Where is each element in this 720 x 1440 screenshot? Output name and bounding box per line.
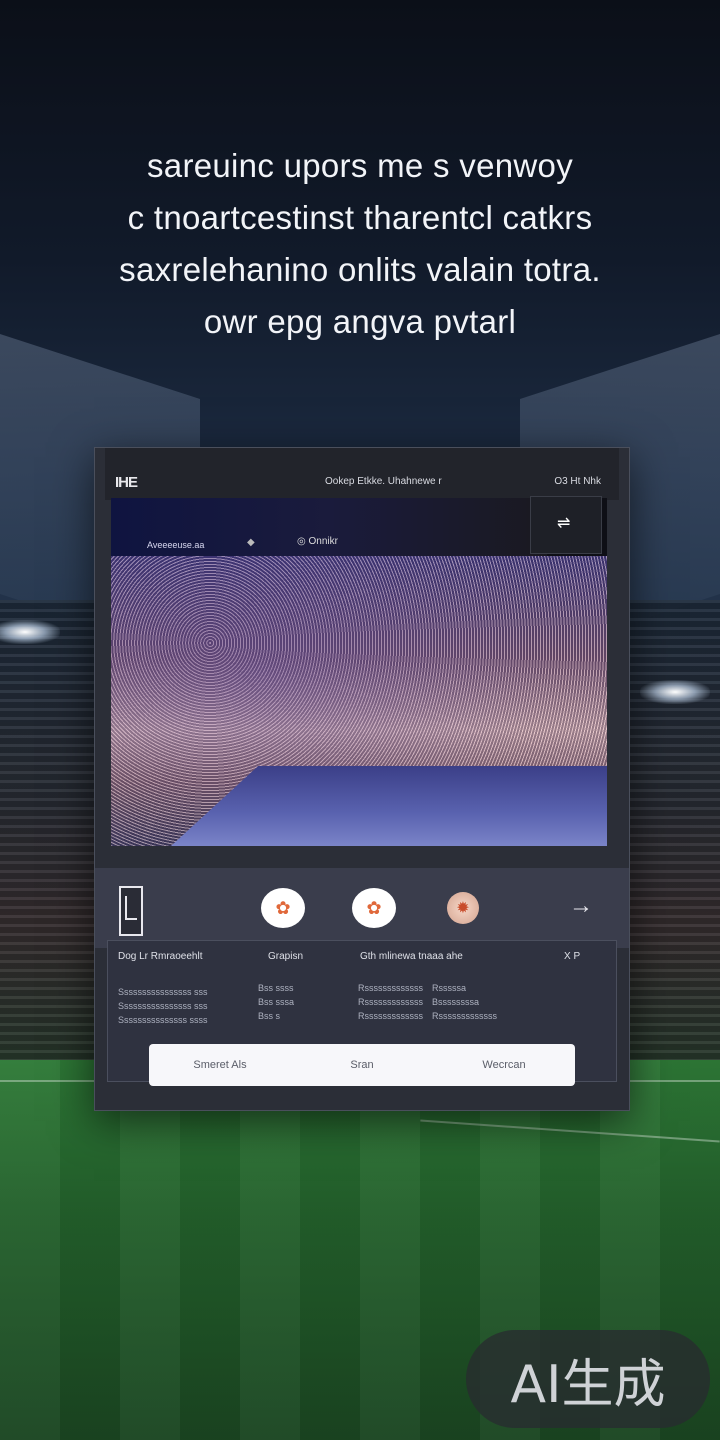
action-button-1[interactable]: Smeret Als <box>149 1059 291 1071</box>
floodlight-left <box>0 620 60 644</box>
stats-cell: Rsssssssssssss <box>358 983 423 993</box>
stats-cell: Sssssssssssssss ssss <box>118 1015 208 1025</box>
swap-icon: ⇌ <box>557 515 571 532</box>
panel-logo[interactable]: IHE <box>115 474 138 491</box>
pitch-line <box>420 1119 720 1143</box>
headline: sareuinc upors me s venwoy c tnoartcesti… <box>30 140 690 348</box>
stats-cell: Rsssssssssssss <box>358 1011 423 1021</box>
panel-nav-right[interactable]: O3 Ht Nhk <box>554 476 601 487</box>
menu-icon[interactable] <box>119 886 143 936</box>
floodlight-right <box>640 680 710 704</box>
ai-generated-watermark: AI生成 <box>466 1330 710 1428</box>
headline-line: c tnoartcestinst tharentcl catkrs <box>127 199 593 236</box>
diamond-icon: ◆ <box>247 537 255 548</box>
stats-header: Grapisn <box>268 951 304 962</box>
stats-cell: Ssssssssssssssss sss <box>118 1001 208 1011</box>
flower-icon: ✿ <box>366 897 382 918</box>
stats-cell: Rsssssssssssss <box>358 997 423 1007</box>
expand-button[interactable]: ⇌ <box>530 496 602 554</box>
player-panel: IHE Ookep Etkke. Uhahnewe r O3 Ht Nhk Av… <box>94 447 630 1111</box>
headline-line: sareuinc upors me s venwoy <box>147 147 573 184</box>
stats-cell: Bssssssssa <box>432 997 480 1007</box>
next-button[interactable]: → <box>569 892 593 920</box>
headline-line: saxrelehanino onlits valain totra. <box>119 251 601 288</box>
control-bar: ✿ ✿ ✹ → <box>95 868 629 948</box>
star-icon: ✹ <box>456 900 470 917</box>
stats-cell: Rsssssa <box>432 983 467 993</box>
stats-cell: Bss sssa <box>258 997 295 1007</box>
broadcaster-label: Aveeeeuse.aa <box>147 540 205 550</box>
stats-header: X P <box>564 951 581 962</box>
headline-line: owr epg angva pvtarl <box>203 303 517 340</box>
action-button-2[interactable]: Sran <box>291 1059 433 1071</box>
stats-cell: Bss ssss <box>258 983 294 993</box>
star-button[interactable]: ✹ <box>447 892 479 924</box>
channel-logo: ◎ Onnikr <box>297 536 338 547</box>
action-bar: Smeret Als Sran Wecrcan <box>149 1044 575 1086</box>
panel-nav[interactable]: Ookep Etkke. Uhahnewe r <box>325 476 442 487</box>
panel-header: IHE Ookep Etkke. Uhahnewe r O3 Ht Nhk <box>105 448 619 500</box>
stats-cell: Rsssssssssssss <box>432 1011 497 1021</box>
reaction-button-1[interactable]: ✿ <box>261 888 305 928</box>
stats-cell: Ssssssssssssssss sss <box>118 987 208 997</box>
arrow-right-icon: → <box>569 892 593 919</box>
video-header-bar: Aveeeeuse.aa ◆ ◎ Onnikr <box>111 498 547 556</box>
reaction-button-2[interactable]: ✿ <box>352 888 396 928</box>
stats-header: Dog Lr Rmraoeehlt <box>118 951 203 962</box>
stats-header: Gth mlinewa tnaaa ahe <box>360 951 463 962</box>
action-button-3[interactable]: Wecrcan <box>433 1059 575 1071</box>
flower-icon: ✿ <box>275 897 291 918</box>
stats-cell: Bss s <box>258 1011 281 1021</box>
